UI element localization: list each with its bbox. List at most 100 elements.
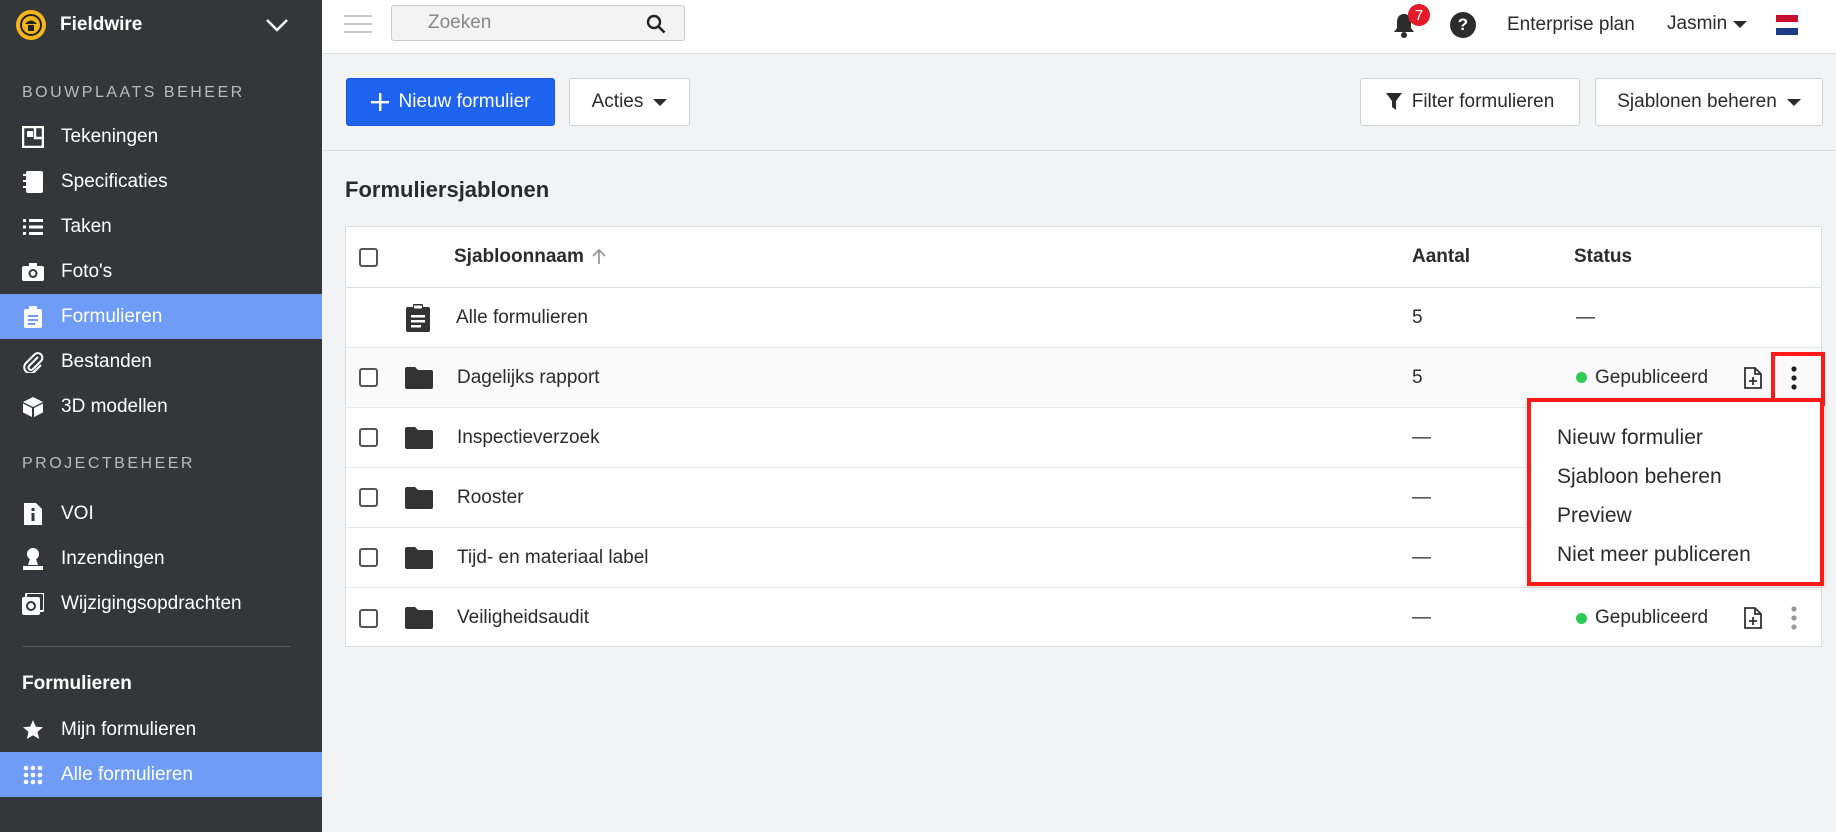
camera-icon — [20, 259, 46, 285]
sidebar-item-label: Specificaties — [61, 170, 168, 192]
caret-down-icon — [1786, 98, 1801, 106]
kebab-menu-icon[interactable] — [1791, 588, 1797, 648]
manage-templates-dropdown-button[interactable]: Sjablonen beheren — [1595, 78, 1823, 126]
column-header-status[interactable]: Status — [1574, 227, 1632, 287]
sidebar-item-label: Formulieren — [61, 305, 163, 327]
sidebar-item-label: 3D modellen — [61, 395, 168, 417]
sidebar-item-label: Foto's — [61, 260, 113, 282]
paperclip-icon — [20, 349, 46, 375]
sidebar-item-label: Alle formulieren — [61, 763, 193, 785]
published-status-dot — [1576, 372, 1587, 383]
sidebar-item-taken[interactable]: Taken — [0, 204, 322, 249]
sidebar-item-specificaties[interactable]: Specificaties — [0, 159, 322, 204]
cube-icon — [20, 394, 46, 420]
star-icon — [20, 717, 46, 743]
sidebar-item-inzendingen[interactable]: Inzendingen — [0, 536, 322, 581]
template-count: — — [1412, 426, 1431, 448]
template-name[interactable]: Rooster — [457, 468, 524, 527]
folder-icon — [405, 408, 433, 467]
caret-down-icon — [653, 98, 668, 106]
sidebar-item-formulieren[interactable]: Formulieren — [0, 294, 322, 339]
manage-templates-label: Sjablonen beheren — [1617, 91, 1777, 112]
search-icon[interactable] — [646, 14, 666, 39]
sidebar-item-3d-modellen[interactable]: 3D modellen — [0, 384, 322, 429]
caret-down-icon — [1733, 21, 1748, 28]
table-row[interactable]: Veiligheidsaudit — Gepubliceerd — [346, 588, 1821, 648]
template-name[interactable]: Alle formulieren — [456, 288, 588, 347]
row-checkbox[interactable] — [359, 488, 378, 507]
help-icon[interactable]: ? — [1450, 12, 1476, 38]
template-status: — — [1576, 306, 1595, 328]
column-header-name[interactable]: Sjabloonnaam — [454, 227, 606, 287]
row-checkbox[interactable] — [359, 368, 378, 387]
plan-link[interactable]: Enterprise plan — [1507, 14, 1635, 36]
dutch-flag-icon[interactable] — [1776, 15, 1798, 36]
template-count: — — [1412, 546, 1431, 568]
filter-funnel-icon — [1385, 93, 1402, 110]
drawings-icon — [20, 124, 46, 150]
new-form-button[interactable]: Nieuw formulier — [346, 78, 555, 126]
sidebar-item-bestanden[interactable]: Bestanden — [0, 339, 322, 384]
status-label: Gepubliceerd — [1595, 366, 1709, 388]
submittal-icon — [20, 546, 46, 572]
sidebar-item-label: Mijn formulieren — [61, 718, 197, 740]
menu-item-unpublish[interactable]: Niet meer publiceren — [1531, 535, 1820, 574]
search-box — [391, 5, 685, 41]
row-checkbox[interactable] — [359, 608, 378, 628]
published-status-dot — [1576, 612, 1587, 624]
sidebar-item-fotos[interactable]: Foto's — [0, 249, 322, 294]
section-title-site: BOUWPLAATS BEHEER — [22, 84, 245, 101]
template-count: — — [1412, 607, 1431, 628]
sidebar-item-label: Taken — [61, 215, 112, 237]
filter-forms-button[interactable]: Filter formulieren — [1360, 78, 1580, 126]
sidebar-item-mijn-formulieren[interactable]: Mijn formulieren — [0, 707, 322, 752]
brand[interactable]: Fieldwire — [0, 0, 322, 50]
sidebar-item-label: Inzendingen — [61, 547, 165, 569]
table-row[interactable]: Alle formulieren 5 — — [346, 288, 1821, 348]
template-status: Gepubliceerd — [1576, 588, 1708, 648]
template-name[interactable]: Dagelijks rapport — [457, 348, 600, 407]
template-count: 5 — [1412, 366, 1423, 388]
hamburger-menu-icon[interactable] — [344, 13, 372, 40]
new-form-from-template-icon[interactable] — [1744, 588, 1762, 648]
folder-icon — [405, 348, 433, 407]
row-checkbox[interactable] — [359, 548, 378, 567]
sidebar-subsection-title: Formulieren — [22, 673, 132, 694]
template-count: 5 — [1412, 306, 1423, 328]
search-input[interactable] — [392, 12, 642, 34]
page-title: Formuliersjablonen — [345, 177, 550, 202]
template-context-menu: Nieuw formulier Sjabloon beheren Preview… — [1527, 398, 1824, 586]
sidebar-item-label: Tekeningen — [61, 125, 159, 147]
notification-count-badge: 7 — [1408, 4, 1430, 26]
table-header: Sjabloonnaam Aantal Status — [346, 227, 1821, 288]
sidebar-item-wijzigingsopdrachten[interactable]: Wijzigingsopdrachten — [0, 581, 322, 626]
template-name[interactable]: Inspectieverzoek — [457, 408, 600, 467]
sidebar-divider — [22, 646, 291, 647]
action-toolbar: Nieuw formulier Acties Filter formuliere… — [322, 55, 1836, 151]
sidebar-item-label: Bestanden — [61, 350, 152, 372]
sidebar-item-tekeningen[interactable]: Tekeningen — [0, 114, 322, 159]
row-checkbox[interactable] — [359, 428, 378, 447]
fieldwire-logo-icon — [16, 10, 46, 40]
plus-icon — [370, 93, 389, 111]
rfi-file-icon — [20, 501, 46, 527]
clipboard-list-icon — [406, 288, 430, 347]
brand-name: Fieldwire — [60, 14, 143, 35]
template-name[interactable]: Tijd- en materiaal label — [457, 528, 649, 587]
sort-arrow-up-icon — [592, 249, 606, 264]
sidebar-item-voi[interactable]: VOI — [0, 491, 322, 536]
sidebar-item-alle-formulieren[interactable]: Alle formulieren — [0, 752, 322, 797]
user-menu[interactable]: Jasmin — [1667, 13, 1748, 35]
actions-dropdown-button[interactable]: Acties — [569, 78, 690, 126]
column-header-count[interactable]: Aantal — [1412, 227, 1470, 287]
specs-icon — [20, 169, 46, 195]
folder-icon — [405, 588, 433, 648]
menu-item-new-form[interactable]: Nieuw formulier — [1531, 418, 1820, 457]
section-title-project: PROJECTBEHEER — [22, 455, 195, 472]
template-name[interactable]: Veiligheidsaudit — [457, 588, 589, 648]
chevron-down-icon[interactable] — [265, 13, 289, 42]
menu-item-preview[interactable]: Preview — [1531, 496, 1820, 535]
status-label: Gepubliceerd — [1595, 607, 1709, 628]
menu-item-manage-template[interactable]: Sjabloon beheren — [1531, 457, 1820, 496]
select-all-checkbox[interactable] — [359, 247, 378, 267]
